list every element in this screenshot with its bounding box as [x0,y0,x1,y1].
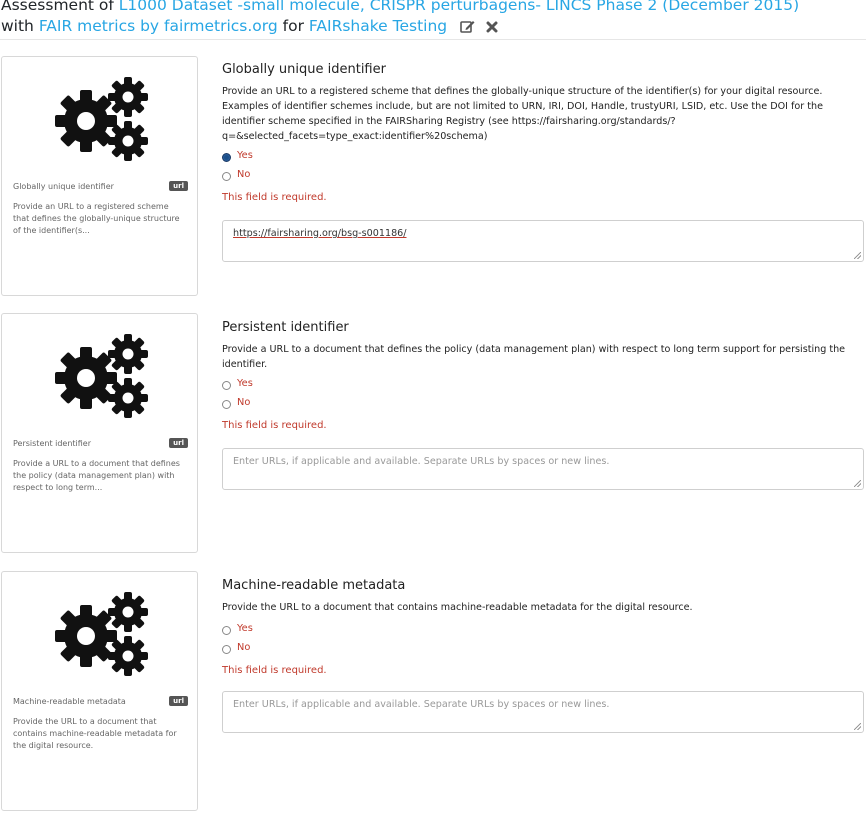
close-icon[interactable] [486,18,498,39]
question-description: Provide an URL to a registered scheme th… [222,86,823,142]
gears-icon [52,586,152,678]
rubric-link[interactable]: FAIR metrics by fairmetrics.org [39,17,278,35]
resource-link[interactable]: L1000 Dataset -small molecule, CRISPR pe… [119,0,799,14]
card-name: Globally unique identifier [13,182,114,191]
metric-card-persistent-identifier[interactable]: Persistent identifier url Provide a URL … [1,313,198,553]
option-yes[interactable]: Yes [222,623,864,642]
edit-icon[interactable] [460,18,475,39]
resize-handle[interactable] [854,252,861,259]
question-description: Provide the URL to a document that conta… [222,602,693,613]
type-badge: url [169,438,188,448]
header-with: with [1,17,39,35]
question-persistent-identifier: Persistent identifier Provide a URL to a… [222,320,864,490]
question-globally-unique-identifier: Globally unique identifier Provide an UR… [222,62,864,262]
option-yes[interactable]: Yes [222,378,864,397]
card-description: Provide a URL to a document that defines… [13,459,180,492]
url-textarea[interactable]: Enter URLs, if applicable and available.… [222,448,864,490]
url-textarea[interactable]: https://fairsharing.org/bsg-s001186/ [222,220,864,262]
type-badge: url [169,181,188,191]
url-placeholder: Enter URLs, if applicable and available.… [233,699,610,710]
required-message: This field is required. [222,192,327,203]
radio-yes-selected[interactable] [222,153,231,162]
card-description: Provide an URL to a registered scheme th… [13,202,180,235]
radio-yes[interactable] [222,381,231,390]
gears-icon [52,328,152,420]
assessment-header: Assessment of L1000 Dataset -small molec… [1,0,831,39]
question-title: Machine-readable metadata [222,578,406,593]
metric-card-globally-unique-identifier[interactable]: Globally unique identifier url Provide a… [1,56,198,296]
radio-no[interactable] [222,172,231,181]
resize-handle[interactable] [854,480,861,487]
project-link[interactable]: FAIRshake Testing [309,17,447,35]
header-divider [0,39,866,40]
required-message: This field is required. [222,420,327,431]
option-no[interactable]: No [222,169,864,188]
card-name: Persistent identifier [13,439,92,448]
question-title: Persistent identifier [222,320,349,335]
resize-handle[interactable] [854,723,861,730]
card-description: Provide the URL to a document that conta… [13,717,177,750]
gears-icon [52,71,152,163]
header-prefix: Assessment of [1,0,119,14]
type-badge: url [169,696,188,706]
option-no[interactable]: No [222,642,864,661]
url-placeholder: Enter URLs, if applicable and available.… [233,456,610,467]
card-name: Machine-readable metadata [13,697,126,706]
question-title: Globally unique identifier [222,62,386,77]
question-description: Provide a URL to a document that defines… [222,344,846,370]
url-value: https://fairsharing.org/bsg-s001186/ [233,228,407,239]
required-message: This field is required. [222,665,327,676]
url-textarea[interactable]: Enter URLs, if applicable and available.… [222,691,864,733]
question-machine-readable-metadata: Machine-readable metadata Provide the UR… [222,578,864,733]
radio-no[interactable] [222,645,231,654]
option-no[interactable]: No [222,397,864,416]
metric-card-machine-readable-metadata[interactable]: Machine-readable metadata url Provide th… [1,571,198,811]
option-yes[interactable]: Yes [222,150,864,169]
header-for: for [277,17,309,35]
radio-no[interactable] [222,400,231,409]
radio-yes[interactable] [222,626,231,635]
